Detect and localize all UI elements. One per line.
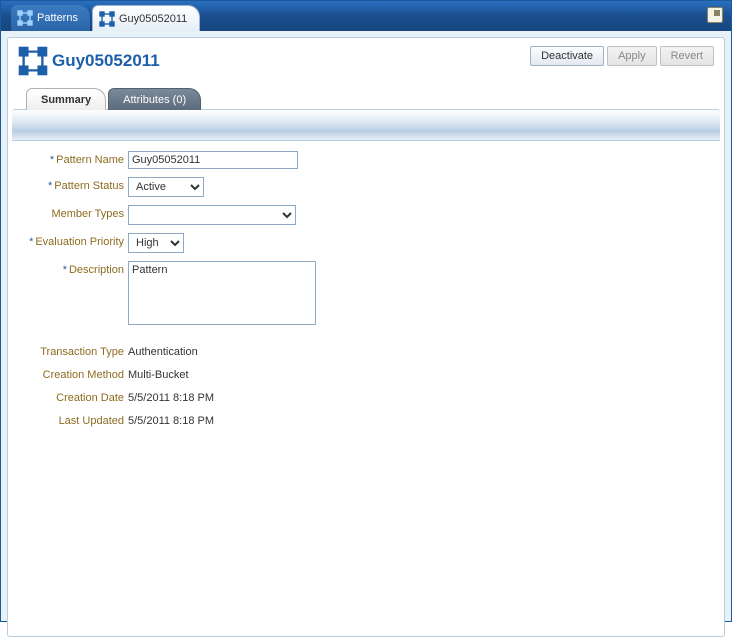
tab-patterns[interactable]: Patterns	[11, 5, 90, 31]
label-pattern-name: *Pattern Name	[8, 151, 128, 166]
value-creation-date: 5/5/2011 8:18 PM	[128, 389, 214, 404]
value-last-updated: 5/5/2011 8:18 PM	[128, 412, 214, 427]
label-member-types: Member Types	[8, 205, 128, 220]
label-last-updated: Last Updated	[8, 412, 128, 427]
row-creation-method: Creation Method Multi-Bucket	[8, 366, 714, 381]
row-pattern-status: *Pattern Status Active	[8, 177, 714, 197]
inner-tab-bar: Summary Attributes (0)	[8, 86, 724, 110]
tab-attributes[interactable]: Attributes (0)	[108, 88, 201, 110]
row-last-updated: Last Updated 5/5/2011 8:18 PM	[8, 412, 714, 427]
row-creation-date: Creation Date 5/5/2011 8:18 PM	[8, 389, 714, 404]
tab-attributes-label: Attributes (0)	[123, 94, 186, 106]
value-transaction-type: Authentication	[128, 343, 198, 358]
pattern-status-select[interactable]: Active	[128, 177, 204, 197]
label-creation-method: Creation Method	[8, 366, 128, 381]
row-member-types: Member Types	[8, 205, 714, 225]
row-pattern-name: *Pattern Name	[8, 151, 714, 169]
value-creation-method: Multi-Bucket	[128, 366, 189, 381]
row-description: *Description	[8, 261, 714, 325]
restore-icon[interactable]	[707, 7, 723, 23]
tab-current[interactable]: Guy05052011	[92, 5, 200, 31]
tab-patterns-label: Patterns	[37, 12, 78, 24]
pattern-icon	[18, 46, 48, 76]
tab-current-label: Guy05052011	[119, 13, 187, 25]
apply-button[interactable]: Apply	[607, 46, 657, 66]
pattern-name-input[interactable]	[128, 151, 298, 169]
revert-button[interactable]: Revert	[660, 46, 714, 66]
evaluation-priority-select[interactable]: High	[128, 233, 184, 253]
pattern-icon	[17, 10, 33, 26]
app-window: Patterns Guy05052011 Guy05052011 Deactiv…	[0, 0, 732, 622]
label-evaluation-priority: *Evaluation Priority	[8, 233, 128, 248]
label-pattern-status: *Pattern Status	[8, 177, 128, 192]
main-panel: Guy05052011 Deactivate Apply Revert Summ…	[7, 37, 725, 637]
summary-form: *Pattern Name *Pattern Status Active Mem…	[8, 141, 724, 445]
title-bar: Guy05052011 Deactivate Apply Revert	[8, 38, 724, 80]
pattern-icon	[99, 11, 115, 27]
label-description: *Description	[8, 261, 128, 276]
deactivate-button[interactable]: Deactivate	[530, 46, 604, 66]
row-transaction-type: Transaction Type Authentication	[8, 343, 714, 358]
label-transaction-type: Transaction Type	[8, 343, 128, 358]
tab-summary[interactable]: Summary	[26, 88, 106, 110]
header-strip	[12, 109, 720, 141]
page-title: Guy05052011	[52, 51, 160, 71]
tab-summary-label: Summary	[41, 94, 91, 106]
label-creation-date: Creation Date	[8, 389, 128, 404]
top-tab-bar: Patterns Guy05052011	[1, 1, 731, 31]
member-types-select[interactable]	[128, 205, 296, 225]
description-input[interactable]	[128, 261, 316, 325]
action-buttons: Deactivate Apply Revert	[530, 46, 714, 66]
row-evaluation-priority: *Evaluation Priority High	[8, 233, 714, 253]
